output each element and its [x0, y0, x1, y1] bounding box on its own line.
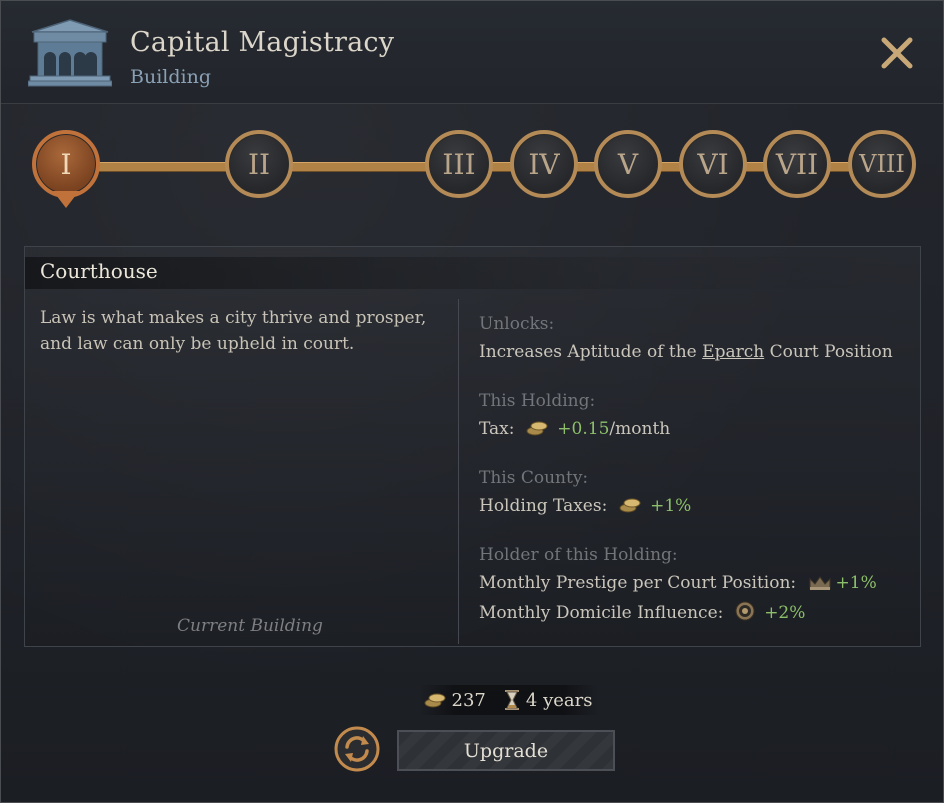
building-icon	[28, 19, 112, 87]
building-description: Law is what makes a city thrive and pros…	[40, 308, 427, 354]
effect-line: Monthly Prestige per Court Position: +1%	[479, 568, 909, 598]
effect-group-title: This County:	[479, 468, 589, 488]
effect-text: Court Position	[764, 342, 893, 362]
effect-group-title: Unlocks:	[479, 314, 555, 334]
gold-cost: 237	[451, 689, 486, 711]
upgrade-button[interactable]: Upgrade	[397, 730, 615, 771]
level-3[interactable]: III	[425, 130, 493, 198]
gold-coins-icon	[424, 693, 446, 708]
effect-group-holder: Holder of this Holding: Monthly Prestige…	[479, 542, 909, 628]
level-6[interactable]: VI	[679, 130, 747, 198]
effect-value: +1%	[650, 496, 692, 516]
level-8[interactable]: VIII	[848, 130, 916, 198]
building-details-panel: Courthouse Law is what makes a city thri…	[24, 246, 921, 647]
level-track: I II III IV V VI VII VIII	[1, 121, 943, 221]
close-icon[interactable]	[875, 31, 919, 75]
effect-label: Monthly Domicile Influence:	[479, 603, 724, 623]
effect-group-holding: This Holding: Tax: +0.15/month	[479, 388, 909, 444]
track-segment	[291, 162, 431, 172]
effect-suffix: /month	[609, 419, 671, 439]
crown-icon	[809, 576, 831, 590]
level-1[interactable]: I	[32, 130, 100, 198]
effect-group-title: This Holding:	[479, 391, 596, 411]
panel-title: Courthouse	[40, 259, 158, 283]
effect-value: +2%	[764, 603, 806, 623]
effect-group-unlocks: Unlocks: Increases Aptitude of the Eparc…	[479, 311, 909, 367]
effect-line: Increases Aptitude of the Eparch Court P…	[479, 337, 909, 367]
effect-group-county: This County: Holding Taxes: +1%	[479, 465, 909, 521]
effect-text: Increases Aptitude of the	[479, 342, 703, 362]
effects-list: Unlocks: Increases Aptitude of the Eparc…	[479, 311, 909, 649]
effect-line: Monthly Domicile Influence: +2%	[479, 598, 909, 628]
effect-label: Tax:	[479, 419, 515, 439]
eparch-link[interactable]: Eparch	[702, 342, 764, 362]
gold-coins-icon	[526, 421, 548, 436]
effect-line: Tax: +0.15/month	[479, 414, 909, 444]
panel-title-bar	[25, 257, 921, 289]
status-label: Current Building	[177, 616, 323, 636]
upgrade-cost: 237 4 years	[419, 685, 599, 715]
cycle-icon[interactable]	[334, 726, 380, 772]
level-2[interactable]: II	[225, 130, 293, 198]
level-4[interactable]: IV	[510, 130, 578, 198]
effect-line: Holding Taxes: +1%	[479, 491, 909, 521]
effect-group-title: Holder of this Holding:	[479, 545, 678, 565]
effect-value: +1%	[835, 573, 877, 593]
gold-coins-icon	[619, 498, 641, 513]
level-5[interactable]: V	[594, 130, 662, 198]
influence-icon	[735, 601, 755, 621]
window-title: Capital Magistracy	[130, 27, 395, 58]
window-header: Capital Magistracy Building	[1, 1, 943, 104]
effect-label: Holding Taxes:	[479, 496, 608, 516]
level-7[interactable]: VII	[763, 130, 831, 198]
current-level-marker	[53, 191, 79, 208]
panel-divider	[458, 299, 459, 644]
effect-value: +0.15	[557, 419, 610, 439]
hourglass-icon	[504, 690, 519, 710]
window-subtitle: Building	[130, 66, 211, 88]
effect-label: Monthly Prestige per Court Position:	[479, 573, 797, 593]
build-time: 4 years	[525, 689, 593, 711]
track-segment	[97, 162, 229, 172]
building-window: Capital Magistracy Building I II III IV …	[0, 0, 944, 803]
